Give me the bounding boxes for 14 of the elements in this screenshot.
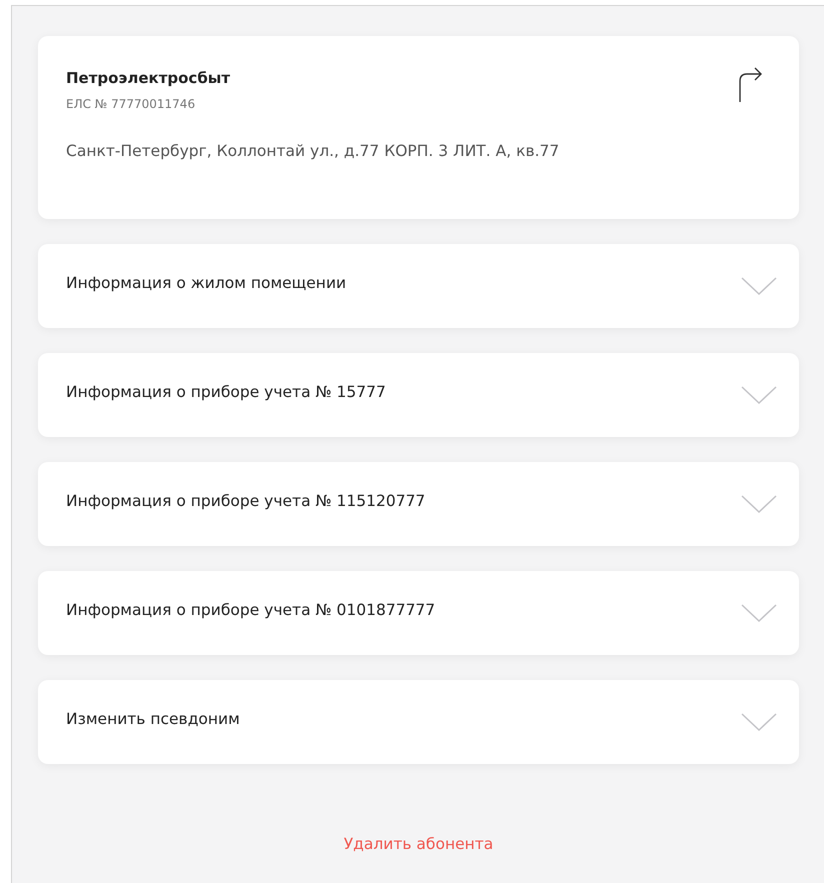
chevron-icon: [741, 713, 777, 731]
accordion-item[interactable]: Информация о приборе учета № 0101877777: [38, 571, 799, 655]
chevron-icon: [741, 386, 777, 404]
accordion-item[interactable]: Информация о приборе учета № 115120777: [38, 462, 799, 546]
chevron-icon: [741, 277, 777, 295]
address-text: Санкт-Петербург, Коллонтай ул., д.77 КОРП. 3 ЛИТ. А, кв.77: [66, 142, 560, 160]
account-number: ЕЛС № 77770011746: [66, 97, 196, 111]
accordion-item[interactable]: Изменить псевдоним: [38, 680, 799, 764]
provider-name: Петроэлектросбыт: [66, 69, 232, 87]
chevron-icon: [741, 495, 777, 513]
accordion-item[interactable]: Информация о жилом помещении: [38, 244, 799, 328]
accordion-item[interactable]: Информация о приборе учета № 15777: [38, 353, 799, 437]
chevron-icon: [741, 604, 777, 622]
turn-arrow-icon[interactable]: [737, 67, 763, 103]
